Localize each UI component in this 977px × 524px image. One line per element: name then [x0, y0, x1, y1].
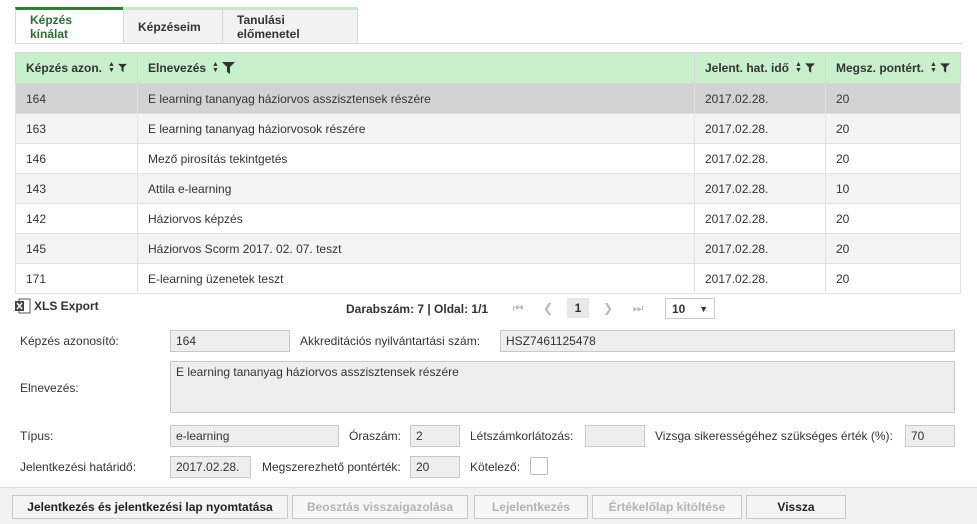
tab-kepzeseim[interactable]: Képzéseim: [123, 7, 223, 43]
id-label: Képzés azonosító:: [20, 334, 119, 348]
excel-icon: [15, 298, 31, 314]
training-table: Képzés azon. ▲ ▼ Elnevezés ▲ ▼ Jelent. hat…: [15, 52, 961, 294]
sort-icon[interactable]: ▲ ▼: [212, 61, 219, 74]
cell-date: 2017.02.28.: [694, 263, 826, 294]
points-field[interactable]: 20: [410, 456, 460, 478]
id-field[interactable]: 164: [170, 330, 290, 352]
table-row[interactable]: 142 Háziorvos képzés 2017.02.28. 20: [15, 203, 961, 234]
name-field[interactable]: E learning tananyag háziorvos assziszten…: [170, 361, 955, 413]
column-header-label: Megsz. pontért.: [836, 61, 925, 75]
column-header-name[interactable]: Elnevezés ▲ ▼: [137, 52, 695, 84]
mandatory-checkbox[interactable]: [530, 457, 548, 475]
cell-name: Attila e-learning: [137, 173, 695, 204]
tab-bar: Képzés kínálat Képzéseim Tanulási előmen…: [15, 7, 358, 43]
cell-date: 2017.02.28.: [694, 173, 826, 204]
accr-field[interactable]: HSZ7461125478: [500, 330, 955, 352]
prev-page-icon[interactable]: ❮: [537, 298, 559, 318]
sort-icon[interactable]: ▲ ▼: [930, 61, 937, 74]
cell-date: 2017.02.28.: [694, 113, 826, 144]
column-header-deadline[interactable]: Jelent. hat. idő ▲ ▼: [694, 52, 826, 84]
unsubscribe-button[interactable]: Lejelentkezés: [474, 495, 588, 519]
current-page-button[interactable]: 1: [567, 298, 589, 318]
column-header-points[interactable]: Megsz. pontért. ▲ ▼: [825, 52, 961, 84]
pager-info: Darabszám: 7 | Oldal: 1/1: [346, 302, 489, 316]
cell-date: 2017.02.28.: [694, 143, 826, 174]
exam-label: Vizsga sikerességéhez szükséges érték (%…: [655, 429, 893, 443]
xls-export-button[interactable]: XLS Export: [15, 298, 99, 314]
mandatory-label: Kötelező:: [470, 460, 521, 474]
table-row[interactable]: 164 E learning tananyag háziorvos asszis…: [15, 83, 961, 114]
cell-id: 164: [15, 83, 138, 114]
cell-name: E learning tananyag háziorvosok részére: [137, 113, 695, 144]
confirm-assignment-button[interactable]: Beosztás visszaigazolása: [292, 495, 468, 519]
column-header-id[interactable]: Képzés azon. ▲ ▼: [15, 52, 138, 84]
table-row[interactable]: 163 E learning tananyag háziorvosok rész…: [15, 113, 961, 144]
type-label: Típus:: [20, 429, 54, 443]
cell-date: 2017.02.28.: [694, 83, 826, 114]
column-header-label: Képzés azon.: [26, 61, 103, 75]
cell-points: 10: [825, 173, 961, 204]
cell-name: E learning tananyag háziorvos assziszten…: [137, 83, 695, 114]
column-header-label: Jelent. hat. idő: [705, 61, 790, 75]
cell-name: Háziorvos képzés: [137, 203, 695, 234]
cell-points: 20: [825, 233, 961, 264]
page-size-select[interactable]: 10 ▼: [665, 298, 715, 319]
points-label: Megszerezhető pontérték:: [262, 460, 401, 474]
hours-field[interactable]: 2: [410, 425, 460, 447]
pager: ⏮ ❮ 1 ❯ ⏭: [507, 298, 657, 318]
tab-tanulasi-elomenetel[interactable]: Tanulási előmenetel: [222, 7, 358, 43]
sort-icon[interactable]: ▲ ▼: [795, 61, 802, 74]
next-page-icon[interactable]: ❯: [597, 298, 619, 318]
last-page-icon[interactable]: ⏭: [627, 298, 649, 318]
name-label: Elnevezés:: [20, 381, 79, 395]
limit-field[interactable]: [585, 425, 645, 447]
filter-icon[interactable]: [221, 62, 235, 74]
evaluation-form-button[interactable]: Értékelőlap kitöltése: [592, 495, 742, 519]
cell-points: 20: [825, 83, 961, 114]
cell-id: 171: [15, 263, 138, 294]
cell-id: 142: [15, 203, 138, 234]
apply-print-button[interactable]: Jelentkezés és jelentkezési lap nyomtatá…: [12, 495, 288, 519]
deadline-field[interactable]: 2017.02.28.: [170, 456, 251, 478]
type-field[interactable]: e-learning: [170, 425, 339, 447]
xls-export-label: XLS Export: [34, 299, 99, 313]
cell-name: Mező pirosítás tekintgetés: [137, 143, 695, 174]
table-row[interactable]: 146 Mező pirosítás tekintgetés 2017.02.2…: [15, 143, 961, 174]
hours-label: Óraszám:: [349, 429, 402, 443]
page-size-value: 10: [672, 301, 686, 316]
cell-name: E-learning üzenetek teszt: [137, 263, 695, 294]
chevron-down-icon: ▼: [699, 303, 708, 314]
cell-date: 2017.02.28.: [694, 233, 826, 264]
table-header-row: Képzés azon. ▲ ▼ Elnevezés ▲ ▼ Jelent. hat…: [15, 52, 961, 84]
table-row[interactable]: 143 Attila e-learning 2017.02.28. 10: [15, 173, 961, 204]
accr-label: Akkreditációs nyilvántartási szám:: [300, 334, 481, 348]
sort-icon[interactable]: ▲ ▼: [108, 61, 115, 74]
limit-label: Létszámkorlátozás:: [470, 429, 574, 443]
table-row[interactable]: 145 Háziorvos Scorm 2017. 02. 07. teszt …: [15, 233, 961, 264]
cell-points: 20: [825, 203, 961, 234]
cell-points: 20: [825, 263, 961, 294]
cell-id: 163: [15, 113, 138, 144]
first-page-icon[interactable]: ⏮: [507, 298, 529, 318]
cell-points: 20: [825, 143, 961, 174]
app-root: Képzés kínálat Képzéseim Tanulási előmen…: [0, 0, 977, 524]
cell-points: 20: [825, 113, 961, 144]
filter-icon[interactable]: [117, 62, 127, 74]
cell-id: 143: [15, 173, 138, 204]
exam-field[interactable]: 70: [905, 425, 955, 447]
table-row[interactable]: 171 E-learning üzenetek teszt 2017.02.28…: [15, 263, 961, 294]
cell-date: 2017.02.28.: [694, 203, 826, 234]
cell-id: 146: [15, 143, 138, 174]
cell-name: Háziorvos Scorm 2017. 02. 07. teszt: [137, 233, 695, 264]
back-button[interactable]: Vissza: [746, 495, 846, 519]
cell-id: 145: [15, 233, 138, 264]
column-header-label: Elnevezés: [148, 61, 207, 75]
tab-kepzes-kinalat[interactable]: Képzés kínálat: [15, 7, 124, 43]
deadline-label: Jelentkezési határidő:: [20, 460, 137, 474]
filter-icon[interactable]: [804, 62, 815, 74]
tab-divider: [15, 43, 962, 44]
filter-icon[interactable]: [939, 62, 950, 74]
